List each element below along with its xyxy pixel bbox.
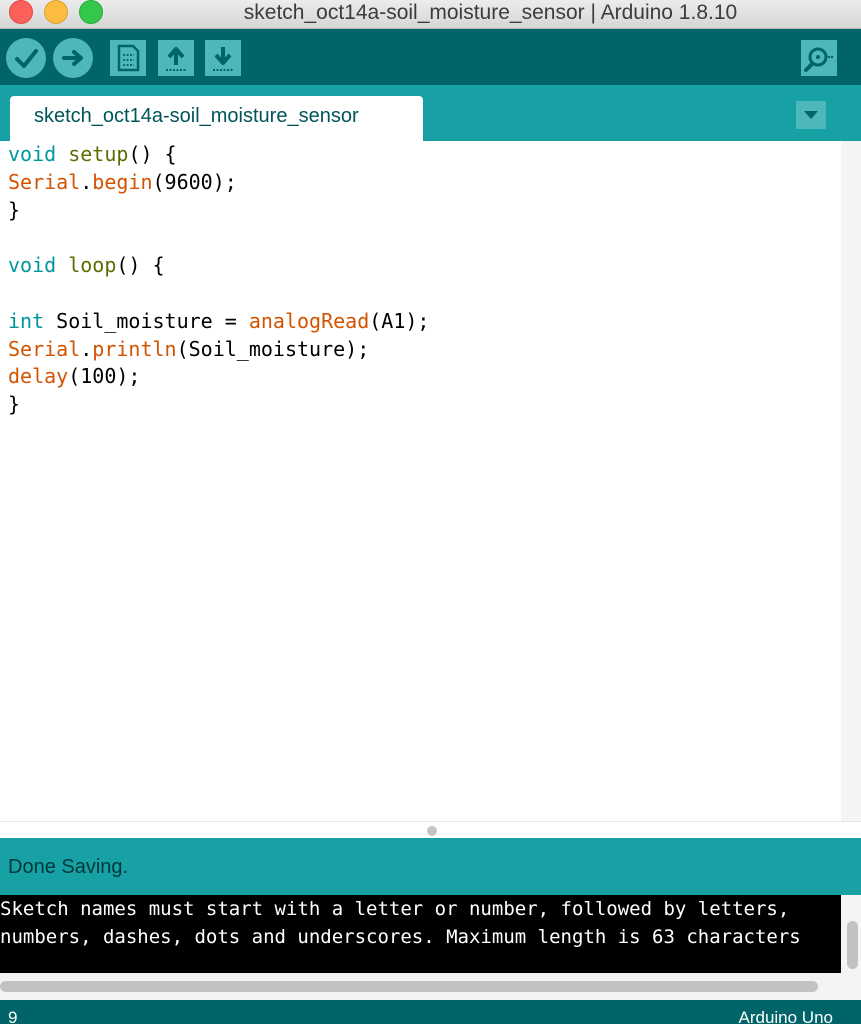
tab-label: sketch_oct14a-soil_moisture_sensor: [34, 105, 359, 127]
status-message: Done Saving.: [8, 856, 129, 878]
title-bar: sketch_oct14a-soil_moisture_sensor | Ard…: [0, 0, 861, 29]
code-token: void: [8, 142, 57, 166]
code-text[interactable]: void setup() {Serial.begin(9600);}​void …: [8, 141, 429, 419]
console-line: numbers, dashes, dots and underscores. M…: [0, 926, 801, 948]
window-title: sketch_oct14a-soil_moisture_sensor | Ard…: [243, 1, 738, 24]
pane-divider[interactable]: [0, 821, 861, 839]
console-line: Sketch names must start with a letter or…: [0, 898, 790, 920]
toolbar: [0, 29, 861, 85]
code-line: ​: [8, 224, 429, 252]
code-token: }: [8, 197, 21, 222]
board-name: Arduino Uno: [738, 1008, 833, 1027]
code-line: ​: [8, 280, 429, 308]
horizontal-scrollbar[interactable]: [0, 973, 861, 1000]
footer-bar: 9 Arduino Uno: [0, 1000, 861, 1027]
code-token: int: [8, 308, 45, 333]
editor-scrollbar[interactable]: [841, 141, 861, 821]
status-bar: Done Saving.: [0, 838, 861, 895]
arrow-right-icon: [62, 50, 83, 66]
upload-button[interactable]: [53, 38, 93, 78]
code-editor[interactable]: void setup() {Serial.begin(9600);}​void …: [0, 141, 841, 821]
code-line: delay(100);: [8, 363, 429, 391]
arrow-up-icon: [166, 47, 186, 71]
code-token: (9600);: [152, 169, 237, 194]
console-output[interactable]: Sketch names must start with a letter or…: [0, 895, 841, 973]
code-line: Serial.begin(9600);: [8, 169, 429, 197]
open-button[interactable]: [158, 40, 194, 76]
checkmark-icon: [15, 49, 38, 68]
code-token: .: [80, 169, 93, 194]
horizontal-scroll-thumb[interactable]: [0, 981, 818, 992]
triangle-down-icon: [804, 111, 818, 119]
code-token: Soil_moisture =: [44, 308, 249, 333]
code-token: loop: [68, 253, 117, 278]
code-token: delay: [8, 364, 69, 389]
code-token: () {: [116, 253, 165, 278]
code-line: }: [8, 391, 429, 419]
code-token: void: [8, 253, 57, 278]
code-line: }: [8, 197, 429, 225]
code-token: Serial: [8, 336, 81, 361]
code-line: void loop() {: [8, 252, 429, 280]
code-token: .: [80, 336, 93, 361]
serial-monitor-button[interactable]: [801, 40, 837, 76]
code-token: () {: [128, 142, 177, 166]
arrow-down-icon: [213, 47, 233, 71]
code-token: setup: [68, 142, 129, 166]
console-scrollbar[interactable]: [841, 895, 861, 973]
verify-button[interactable]: [6, 38, 46, 78]
tab-menu-button[interactable]: [796, 101, 826, 129]
code-token: analogRead: [248, 308, 370, 333]
tab-sketch[interactable]: sketch_oct14a-soil_moisture_sensor: [10, 96, 423, 141]
magnifier-icon: [804, 47, 834, 72]
code-token: println: [92, 336, 177, 361]
code-token: }: [8, 392, 21, 417]
code-line: int Soil_moisture = analogRead(A1);: [8, 308, 429, 336]
code-line: Serial.println(Soil_moisture);: [8, 336, 429, 364]
divider-handle[interactable]: [427, 826, 437, 836]
code-token: Serial: [8, 169, 81, 194]
tab-bar: sketch_oct14a-soil_moisture_sensor: [0, 85, 861, 141]
console-text: Sketch names must start with a letter or…: [0, 895, 801, 951]
save-button[interactable]: [205, 40, 241, 76]
code-token: begin: [92, 169, 153, 194]
code-token: (Soil_moisture);: [176, 336, 370, 361]
line-number: 9: [8, 1008, 18, 1027]
console-scroll-thumb[interactable]: [847, 921, 858, 969]
code-token: (100);: [68, 364, 141, 389]
code-token: (A1);: [369, 308, 430, 333]
new-document-icon: [117, 44, 140, 72]
code-line: void setup() {: [8, 141, 429, 169]
new-sketch-button[interactable]: [110, 40, 146, 76]
